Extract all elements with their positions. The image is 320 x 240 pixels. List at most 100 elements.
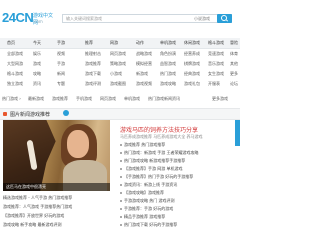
nav-link[interactable]: 游戏视频 <box>136 79 152 89</box>
list-item-text: 【手游推荐】热门手游 好玩的手游推荐 <box>124 174 194 179</box>
search-box[interactable]: 输入关键词搜索游戏 小说游戏 <box>62 14 232 23</box>
nav-link[interactable]: 网页游戏 <box>110 49 126 59</box>
nav-link[interactable]: 首页 <box>7 38 15 48</box>
list-item[interactable]: 热门游戏下载 好玩的手游推荐 <box>120 222 177 228</box>
nav-link[interactable]: 更多 <box>230 69 238 79</box>
nav-link[interactable]: 游戏评测 <box>85 79 101 89</box>
nav-link[interactable]: 攻略 <box>33 69 41 79</box>
nav-link[interactable]: 体育 <box>230 49 238 59</box>
nav-link[interactable]: 战略游戏 <box>136 49 152 59</box>
linkbar-link[interactable]: 手机游戏 <box>76 96 92 102</box>
nav-link[interactable]: 娱乐 <box>33 49 41 59</box>
linkbar-link[interactable]: 热门游戏新闻资讯 <box>148 96 180 102</box>
linkbar-link[interactable]: 最新游戏 <box>28 96 44 102</box>
search-input[interactable]: 输入关键词搜索游戏 <box>66 16 102 22</box>
linkbar-link[interactable]: 热门游戏 › <box>2 96 21 102</box>
nav-link[interactable]: 游戏截图 <box>110 79 126 89</box>
list-item[interactable]: 游戏资讯：新游上线 手游资讯 <box>120 182 177 188</box>
logo-number: 24CN <box>2 10 34 25</box>
nav-link[interactable]: 女生游戏 <box>208 69 224 79</box>
nav-link[interactable]: 游戏礼包 <box>184 79 200 89</box>
panel-title: 图片新闻游戏推荐 <box>10 112 51 118</box>
photo-caption[interactable]: 这匹马在游戏中很漂亮 <box>6 184 46 190</box>
linkbar-link[interactable]: 更多游戏 <box>212 96 228 102</box>
nav-link[interactable]: 策略游戏 <box>110 59 126 69</box>
nav-link[interactable]: 游戏攻略 <box>160 79 176 89</box>
nav-link[interactable]: 游戏下载 <box>85 69 101 79</box>
nav-link[interactable]: 今天 <box>33 38 41 48</box>
featured-photo[interactable]: 这匹马在游戏中很漂亮 <box>3 120 110 191</box>
nav-row: 全部游戏 娱乐 视频 推理射击 网页游戏 战略游戏 角色扮演 经营养成 竞速游戏… <box>0 49 240 59</box>
list-item-text: 精品手游推荐 游戏推荐 <box>124 214 166 219</box>
nav-link[interactable]: 推理射击 <box>85 49 101 59</box>
bullet-icon <box>120 176 122 178</box>
more-icon[interactable] <box>63 110 69 116</box>
list-item[interactable]: 【游戏攻略】游戏推荐 <box>120 190 164 196</box>
site-logo[interactable]: 24CN 游戏中文网 .com <box>2 10 54 28</box>
nav-link[interactable]: 冒险 <box>230 38 238 48</box>
list-item[interactable]: 精选游戏推荐 - 人气手游 热门游戏推荐 <box>3 195 72 201</box>
nav-link[interactable]: 单机游戏 <box>160 38 176 48</box>
nav-link[interactable]: 格斗游戏 <box>7 69 23 79</box>
linkbar-link[interactable]: 单机游戏 <box>124 96 140 102</box>
nav-link[interactable]: 经营养成 <box>184 49 200 59</box>
nav-link[interactable]: 音乐游戏 <box>208 59 224 69</box>
list-item[interactable]: 【游戏推荐】手游 网游 单机游戏 <box>120 166 183 172</box>
nav-link[interactable]: 动作 <box>136 38 144 48</box>
nav-link[interactable]: 格斗游戏 <box>208 38 224 48</box>
list-item-text: 手游游戏攻略 热门 游戏评测 <box>124 198 175 203</box>
nav-row: 大型网游 游戏 手游 游戏推荐 策略游戏 模拟经营 益智游戏 棋牌游戏 音乐游戏… <box>0 59 240 69</box>
list-item[interactable]: 手游游戏攻略 热门 游戏评测 <box>120 198 175 204</box>
nav-link[interactable]: 益智游戏 <box>160 59 176 69</box>
nav-link[interactable]: 热门游戏 <box>160 69 176 79</box>
list-item-text: 游戏资讯：新游上线 手游资讯 <box>124 182 178 187</box>
nav-link[interactable]: 休闲游戏 <box>184 38 200 48</box>
list-item[interactable]: 热门游戏：新游戏 手游 王者荣耀游戏攻略 <box>120 150 199 156</box>
linkbar-link[interactable]: 游戏推荐 <box>52 96 68 102</box>
nav-link[interactable]: 模拟经营 <box>136 59 152 69</box>
bullet-icon <box>120 224 122 226</box>
bullet-icon <box>120 144 122 146</box>
nav-link[interactable]: 专题 <box>57 79 65 89</box>
linkbar-link[interactable]: 网页游戏 <box>100 96 116 102</box>
nav-link[interactable]: 新闻 <box>57 69 65 79</box>
list-item[interactable]: 热门游戏攻略 新游戏推荐手游推荐 <box>120 158 185 164</box>
nav-link[interactable]: 论坛 <box>230 79 238 89</box>
photo-caption-bar: 这匹马在游戏中很漂亮 <box>3 183 110 191</box>
bullet-icon <box>120 192 122 194</box>
logo-url: .com <box>33 19 43 24</box>
link-bar: 热门游戏 › 最新游戏 游戏推荐 手机游戏 网页游戏 单机游戏 热门游戏新闻资讯… <box>2 96 238 104</box>
nav-link[interactable]: 角色扮演 <box>160 49 176 59</box>
nav-link[interactable]: 手游 <box>57 38 65 48</box>
list-item[interactable]: 游戏攻略 新手攻略 最新游戏评测 <box>3 222 62 228</box>
list-item[interactable]: 【游戏推荐】开放世界 好玩的游戏 <box>3 213 64 219</box>
nav-link[interactable]: 游戏推荐 <box>85 59 101 69</box>
list-item[interactable]: 游戏推荐 热门游戏推荐 <box>120 142 165 148</box>
list-item[interactable]: 手游推荐：手游 好玩的游戏 <box>120 206 173 212</box>
nav-link[interactable]: 其他 <box>230 59 238 69</box>
list-item[interactable]: 游戏推荐：人气游戏 手游推荐热门游戏 <box>3 204 72 210</box>
headline-link[interactable]: 游戏马匹的饲养方法技巧分享 <box>120 125 198 134</box>
nav-link[interactable]: 竞速游戏 <box>208 49 224 59</box>
list-item[interactable]: 精品手游推荐 游戏推荐 <box>120 214 165 220</box>
nav-link[interactable]: 手游 <box>57 59 65 69</box>
nav-link[interactable]: 小游戏 <box>110 69 122 79</box>
headline-summary: 马匹养成游戏推荐 马匹养成游戏大全 养马游戏 <box>120 134 203 139</box>
nav-link[interactable]: 视频 <box>57 49 65 59</box>
list-item[interactable]: 【手游推荐】热门手游 好玩的手游推荐 <box>120 174 193 180</box>
nav-link[interactable]: 网游 <box>110 38 118 48</box>
nav-link[interactable]: 经典游戏 <box>184 69 200 79</box>
nav-link[interactable]: 大型网游 <box>7 59 23 69</box>
nav-link[interactable]: 资讯 <box>33 79 41 89</box>
nav-link[interactable]: 棋牌游戏 <box>184 59 200 69</box>
nav-link[interactable]: 新游戏 <box>136 69 148 79</box>
nav-link[interactable]: 独立游戏 <box>7 79 23 89</box>
search-category-select[interactable]: 小说游戏 <box>194 16 210 22</box>
nav-link[interactable]: 全部游戏 <box>7 49 23 59</box>
nav-link[interactable]: 开服表 <box>208 79 220 89</box>
nav-link[interactable]: 推荐 <box>85 38 93 48</box>
floating-side-tab[interactable] <box>235 120 240 146</box>
photo-pager <box>95 184 107 191</box>
search-button[interactable] <box>217 14 232 23</box>
nav-link[interactable]: 游戏 <box>33 59 41 69</box>
